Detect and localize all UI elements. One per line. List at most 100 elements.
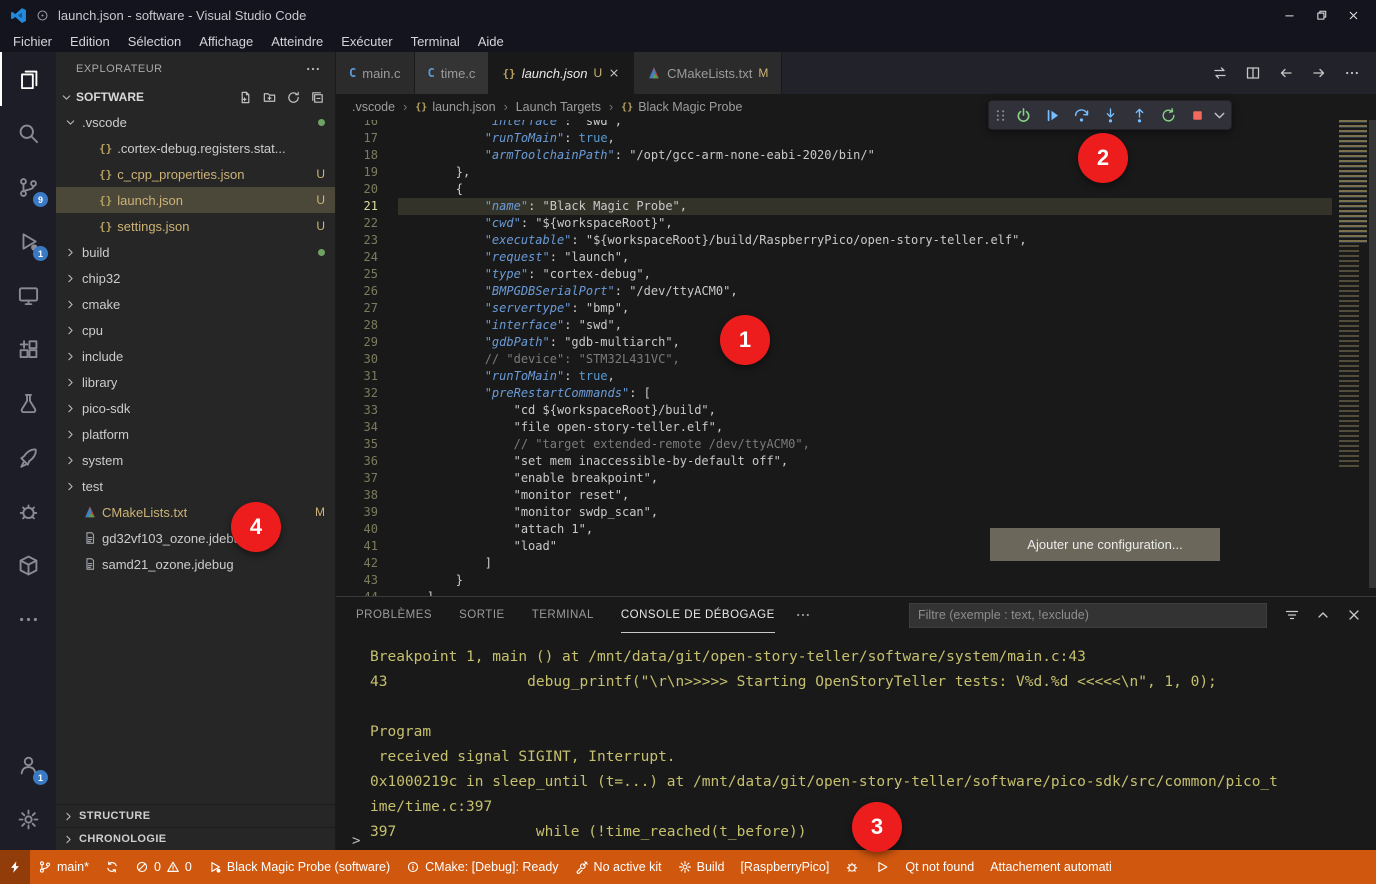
breadcrumb-item-vscode[interactable]: .vscode xyxy=(352,100,395,114)
status-debug-target[interactable]: Black Magic Probe (software) xyxy=(200,850,398,884)
code-line[interactable]: 26 "BMPGDBSerialPort": "/dev/ttyACM0", xyxy=(336,283,1332,300)
vertical-scrollbar[interactable] xyxy=(1369,120,1376,588)
menu-s-lection[interactable]: Sélection xyxy=(119,30,190,52)
breadcrumb-item-launch-targets[interactable]: Launch Targets xyxy=(516,100,601,114)
menu-fichier[interactable]: Fichier xyxy=(4,30,61,52)
tree-item-cpu[interactable]: cpu xyxy=(56,317,335,343)
more-panel-tabs-icon[interactable] xyxy=(795,607,811,623)
code-line[interactable]: 38 "monitor reset", xyxy=(336,487,1332,504)
tab-cmakelists-txt[interactable]: CMakeLists.txtM xyxy=(634,52,782,94)
filter-input[interactable] xyxy=(909,603,1267,628)
code-line[interactable]: 21 "name": "Black Magic Probe", xyxy=(336,198,1332,215)
code-line[interactable]: 27 "servertype": "bmp", xyxy=(336,300,1332,317)
tree-item-system[interactable]: system xyxy=(56,447,335,473)
code-line[interactable]: 36 "set mem inaccessible-by-default off"… xyxy=(336,453,1332,470)
tree-item-samd21-ozone-jdebug[interactable]: samd21_ozone.jdebug xyxy=(56,551,335,577)
tab-main-c[interactable]: Cmain.c xyxy=(336,52,415,94)
code-line[interactable]: 22 "cwd": "${workspaceRoot}", xyxy=(336,215,1332,232)
code-line[interactable]: 18 "armToolchainPath": "/opt/gcc-arm-non… xyxy=(336,147,1332,164)
split-editor-icon[interactable] xyxy=(1245,65,1261,81)
drag-handle-button[interactable] xyxy=(993,102,1008,128)
code-line[interactable]: 31 "runToMain": true, xyxy=(336,368,1332,385)
section-software[interactable]: SOFTWARE xyxy=(56,85,335,109)
step-out-button[interactable] xyxy=(1125,102,1153,128)
code-line[interactable]: 30 // "device": "STM32L431VC", xyxy=(336,351,1332,368)
minimize-button[interactable] xyxy=(1276,3,1302,27)
activity-accounts[interactable]: 1 xyxy=(0,738,56,792)
refresh-icon[interactable] xyxy=(286,90,301,105)
activity-testing[interactable] xyxy=(0,376,56,430)
tree-item-pico-sdk[interactable]: pico-sdk xyxy=(56,395,335,421)
menu-atteindre[interactable]: Atteindre xyxy=(262,30,332,52)
toggle-changes-icon[interactable] xyxy=(1212,65,1228,81)
status-active-kit[interactable]: No active kit xyxy=(567,850,670,884)
tree-item-test[interactable]: test xyxy=(56,473,335,499)
close-panel-icon[interactable] xyxy=(1346,607,1362,623)
status-qt-status[interactable]: Qt not found xyxy=(897,850,982,884)
step-into-button[interactable] xyxy=(1096,102,1124,128)
tree-item-launch-json[interactable]: {}launch.jsonU xyxy=(56,187,335,213)
status-auto-attach[interactable]: Attachement automati xyxy=(982,850,1120,884)
restart-button[interactable] xyxy=(1154,102,1182,128)
tab-time-c[interactable]: Ctime.c xyxy=(415,52,490,94)
activity-debug-adapter[interactable] xyxy=(0,484,56,538)
code-line[interactable]: 44 ] xyxy=(336,589,1332,596)
collapse-all-icon[interactable] xyxy=(310,90,325,105)
console-prompt[interactable]: > xyxy=(352,833,360,849)
tree-item-cmakelists-txt[interactable]: CMakeLists.txtM xyxy=(56,499,335,525)
tree-item-cortex-debug-registers-stat[interactable]: {}.cortex-debug.registers.stat... xyxy=(56,135,335,161)
code-line[interactable]: 17 "runToMain": true, xyxy=(336,130,1332,147)
panel-tab-probl-mes[interactable]: PROBLÈMES xyxy=(356,597,432,633)
menu-affichage[interactable]: Affichage xyxy=(190,30,262,52)
menu-aide[interactable]: Aide xyxy=(469,30,513,52)
code-line[interactable]: 39 "monitor swdp_scan", xyxy=(336,504,1332,521)
tree-item-gd32vf103-ozone-jdebug[interactable]: gd32vf103_ozone.jdebug xyxy=(56,525,335,551)
navigate-forward-icon[interactable] xyxy=(1311,65,1327,81)
status-variant[interactable]: [RaspberryPico] xyxy=(732,850,837,884)
tree-item-platform[interactable]: platform xyxy=(56,421,335,447)
activity-run-and-debug[interactable]: 1 xyxy=(0,214,56,268)
status-build[interactable]: Build xyxy=(670,850,733,884)
code-line[interactable]: 29 "gdbPath": "gdb-multiarch", xyxy=(336,334,1332,351)
activity-test-explorer[interactable] xyxy=(0,430,56,484)
new-file-icon[interactable] xyxy=(238,90,253,105)
close-button[interactable] xyxy=(1340,3,1366,27)
menu-ex-cuter[interactable]: Exécuter xyxy=(332,30,401,52)
panel-tab-sortie[interactable]: SORTIE xyxy=(459,597,505,633)
tree-item-settings-json[interactable]: {}settings.jsonU xyxy=(56,213,335,239)
tree-item-cmake[interactable]: cmake xyxy=(56,291,335,317)
code-line[interactable]: 19 }, xyxy=(336,164,1332,181)
filter-icon[interactable] xyxy=(1284,607,1300,623)
code-line[interactable]: 23 "executable": "${workspaceRoot}/build… xyxy=(336,232,1332,249)
minimap[interactable] xyxy=(1339,120,1367,480)
navigate-back-icon[interactable] xyxy=(1278,65,1294,81)
status-sync[interactable] xyxy=(97,850,127,884)
dropdown-button[interactable] xyxy=(1212,102,1227,128)
code-line[interactable]: 37 "enable breakpoint", xyxy=(336,470,1332,487)
add-configuration-button[interactable]: Ajouter une configuration... xyxy=(990,528,1220,561)
tree-item-library[interactable]: library xyxy=(56,369,335,395)
code-line[interactable]: 24 "request": "launch", xyxy=(336,249,1332,266)
activity-explorer[interactable] xyxy=(0,52,56,106)
tree-item-include[interactable]: include xyxy=(56,343,335,369)
code-line[interactable]: 35 // "target extended-remote /dev/ttyAC… xyxy=(336,436,1332,453)
activity-more-views[interactable] xyxy=(0,592,56,646)
code-line[interactable]: 34 "file open-story-teller.elf", xyxy=(336,419,1332,436)
tree-item-c-cpp-properties-json[interactable]: {}c_cpp_properties.jsonU xyxy=(56,161,335,187)
breadcrumb-item-black-magic-probe[interactable]: {}Black Magic Probe xyxy=(621,100,742,114)
activity-remote-explorer[interactable] xyxy=(0,268,56,322)
panel-tab-terminal[interactable]: TERMINAL xyxy=(532,597,594,633)
section-chronologie[interactable]: CHRONOLOGIE xyxy=(56,827,335,850)
code-line[interactable]: 25 "type": "cortex-debug", xyxy=(336,266,1332,283)
section-structure[interactable]: STRUCTURE xyxy=(56,804,335,827)
activity-settings[interactable] xyxy=(0,792,56,846)
code-line[interactable]: 20 { xyxy=(336,181,1332,198)
more-actions-icon[interactable] xyxy=(305,61,321,77)
status-debug[interactable] xyxy=(837,850,867,884)
menu-edition[interactable]: Edition xyxy=(61,30,119,52)
code-line[interactable]: 33 "cd ${workspaceRoot}/build", xyxy=(336,402,1332,419)
activity-extensions[interactable] xyxy=(0,322,56,376)
status-git-branch[interactable]: main* xyxy=(30,850,97,884)
code-line[interactable]: 32 "preRestartCommands": [ xyxy=(336,385,1332,402)
status-cmake-status[interactable]: CMake: [Debug]: Ready xyxy=(398,850,566,884)
